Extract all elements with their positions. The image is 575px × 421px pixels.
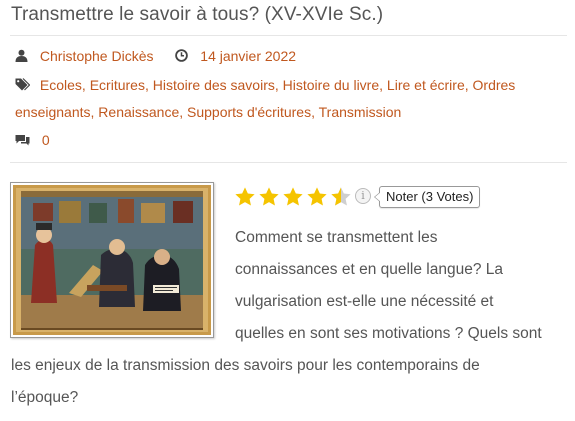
tag-link[interactable]: Histoire des savoirs	[153, 77, 275, 93]
star-half-icon[interactable]	[330, 186, 352, 208]
excerpt-line: l’époque?	[11, 389, 79, 406]
post-date-link[interactable]: 14 janvier 2022	[200, 48, 296, 64]
excerpt-line: Comment se transmettent les	[235, 229, 438, 246]
tag-link[interactable]: Lire et écrire	[387, 77, 465, 93]
tags-icon	[15, 73, 31, 99]
clock-icon	[175, 44, 189, 70]
tag-link[interactable]: Ecoles	[40, 77, 82, 93]
info-icon[interactable]: i	[355, 188, 371, 204]
comments-count-link[interactable]: 0	[42, 132, 50, 148]
post-title[interactable]: Transmettre le savoir à tous? (XV-XVIe S…	[11, 4, 383, 26]
meta-divider	[10, 162, 567, 163]
excerpt-line: vulgarisation est-elle une nécessité et	[235, 293, 494, 310]
tag-link[interactable]: Supports d'écritures	[187, 104, 311, 120]
comments-icon	[15, 128, 30, 154]
tag-link[interactable]: Ecritures	[90, 77, 145, 93]
excerpt-line: les enjeux de la transmission des savoir…	[11, 357, 480, 374]
tag-link[interactable]: Histoire du livre	[283, 77, 379, 93]
star-icon[interactable]	[306, 186, 328, 208]
tag-link[interactable]: Renaissance	[98, 104, 179, 120]
star-icon[interactable]	[234, 186, 256, 208]
post-comments: 0	[15, 127, 50, 154]
post-thumbnail[interactable]	[10, 182, 214, 338]
rate-button[interactable]: Noter (3 Votes)	[373, 186, 481, 208]
user-icon	[15, 44, 28, 70]
title-divider	[10, 35, 567, 36]
star-icon[interactable]	[258, 186, 280, 208]
star-rating	[234, 186, 354, 208]
post-meta-author-date: Christophe Dickès 14 janvier 2022	[15, 43, 296, 70]
tag-link[interactable]: Transmission	[319, 104, 402, 120]
excerpt-line: quelles en sont ses motivations ? Quels …	[235, 325, 542, 342]
manuscript-illustration	[13, 185, 211, 335]
author-link[interactable]: Christophe Dickès	[40, 48, 154, 64]
post-tags: Ecoles, Ecritures, Histoire des savoirs,…	[15, 72, 567, 125]
excerpt-line: connaissances et en quelle langue? La	[235, 261, 504, 278]
star-icon[interactable]	[282, 186, 304, 208]
